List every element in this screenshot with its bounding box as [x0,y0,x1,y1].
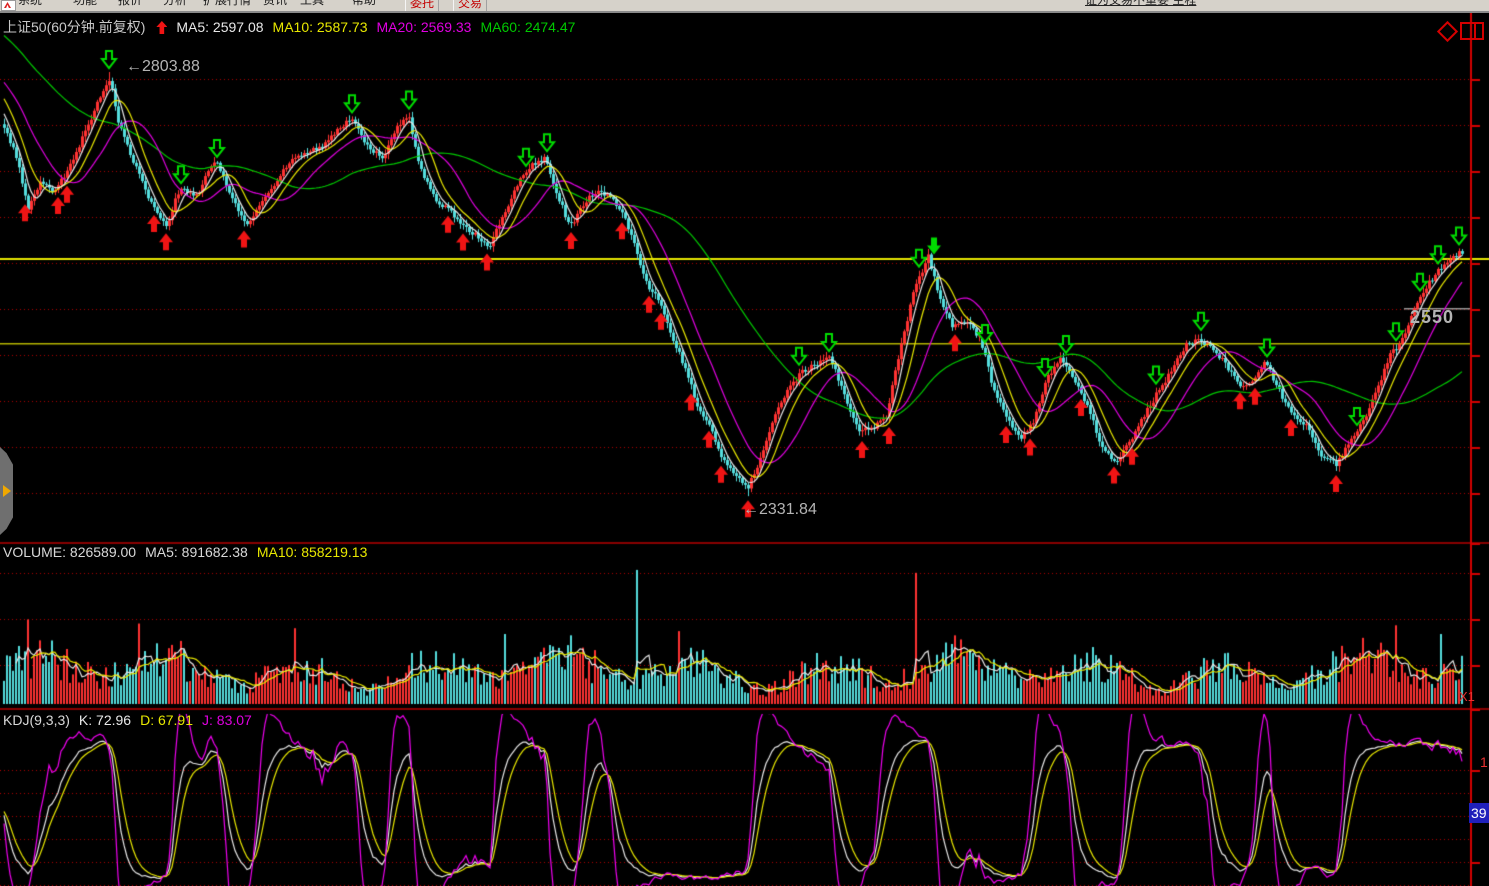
menu-item[interactable]: 扩展行情 [203,0,251,8]
main-pane-header: 上证50(60分钟.前复权)MA5: 2597.08MA10: 2587.73M… [3,17,593,37]
high-price-annotation: ←2803.88 [126,58,200,76]
indicator-label: MA20: 2569.33 [377,19,472,35]
indicator-label: MA5: 2597.08 [176,19,263,35]
ma-value-labels: MA5: 2597.08 MA10: 2587.73 MA20: 2569.33 MA… [176,19,584,35]
kdj-value-badge: 39 [1469,803,1489,823]
menu-item[interactable]: 功能 [73,0,97,8]
indicator-label: MA5: 891682.38 [145,544,248,560]
indicator-label: J: 83.07 [202,712,252,728]
indicator-label: MA10: 858219.13 [257,544,368,560]
indicator-label: KDJ(9,3,3) [3,712,70,728]
volume-pane-header: VOLUME: 826589.00 MA5: 891682.38 MA10: 858… [3,544,376,560]
chart-title: 上证50(60分钟.前复权) [3,19,145,35]
trade-button[interactable]: 委托 [405,0,439,12]
indicator-label: MA60: 2474.47 [480,19,575,35]
split-layout-icon[interactable] [1460,22,1484,40]
menu-item[interactable]: 系统 [18,0,42,8]
menu-item[interactable]: 资讯 [263,0,287,8]
kdj-axis-clipped-label: 1 [1480,754,1488,770]
menu-right-clipped-text: 证为交易不重要 主程 [1085,0,1196,8]
indicator-label: VOLUME: 826589.00 [3,544,136,560]
low-price-annotation: ←2331.84 [743,501,817,519]
menu-item[interactable]: 报价 [118,0,142,8]
app-logo-glyph [4,2,11,8]
indicator-label: K: 72.96 [79,712,131,728]
up-arrow-icon [156,21,167,34]
price-chart-canvas[interactable] [0,0,1489,886]
indicator-label: MA10: 2587.73 [273,19,368,35]
kdj-pane-header: KDJ(9,3,3) K: 72.96 D: 67.91 J: 83.07 [3,712,261,728]
menu-item[interactable]: 工具 [300,0,324,8]
app-icon[interactable] [1,0,16,11]
indicator-label: D: 67.91 [140,712,193,728]
trade-button[interactable]: 交易 [453,0,487,12]
trading-terminal: 系统 功能 报价 分析 扩展行情 资讯 工具 帮助 委托 交易 证为交易不重要 主程 上证50(6… [0,0,1489,886]
volume-scale-label: X1 [1459,689,1475,704]
menu-item[interactable]: 分析 [163,0,187,8]
menu-item[interactable]: 帮助 [352,0,376,8]
expand-right-icon [3,485,11,497]
price-level-label: 2550 [1410,307,1454,328]
menu-bar: 系统 功能 报价 分析 扩展行情 资讯 工具 帮助 委托 交易 证为交易不重要 主程 [0,0,1489,13]
